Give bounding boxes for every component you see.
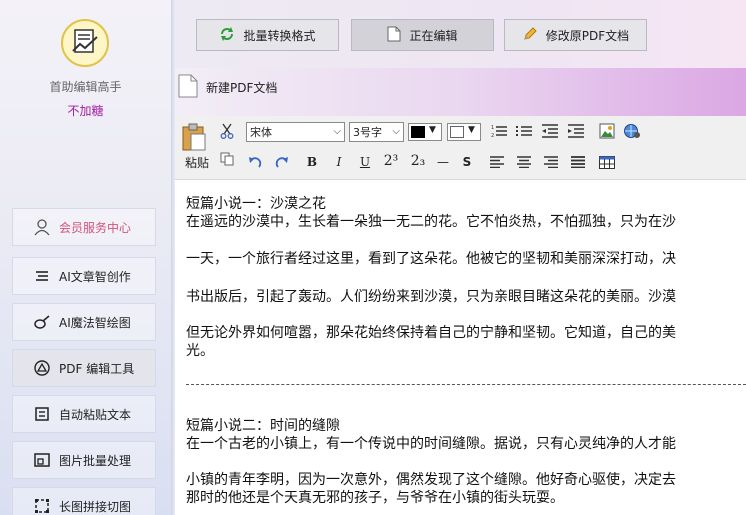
sidebar-item-label: PDF 编辑工具 bbox=[59, 361, 135, 376]
paste-label[interactable]: 粘贴 bbox=[182, 154, 212, 170]
tab-new-pdf[interactable]: 新建PDF文档 bbox=[178, 72, 277, 102]
ordered-list-icon[interactable]: 12 bbox=[489, 122, 509, 140]
sidebar-item-ai-draw[interactable]: AI魔法智绘图 bbox=[12, 303, 156, 341]
font-family-select[interactable]: 宋体 ⌵ bbox=[246, 122, 345, 142]
unordered-list-icon[interactable] bbox=[514, 122, 534, 140]
align-center-icon[interactable] bbox=[514, 153, 534, 171]
sidebar-item-label: 长图拼接切图 bbox=[59, 499, 132, 514]
italic-button[interactable]: I bbox=[330, 153, 348, 171]
app-subtitle: 不加糖 bbox=[67, 104, 104, 118]
paragraph-line: 书出版后，引起了轰动。人们纷纷来到沙漠，只为亲眼目睹这朵花的美丽。沙漠 bbox=[186, 289, 676, 305]
crop-icon bbox=[33, 497, 51, 515]
editor-toolbar: 粘贴 宋体 ⌵ 3号字 ⌵ ▼ ▼ 12 B I U 2³ 2₃ — S bbox=[175, 116, 746, 180]
paragraph-line: 光。 bbox=[186, 343, 214, 359]
chevron-down-icon: ⌵ bbox=[333, 126, 341, 137]
pdf-icon bbox=[33, 359, 51, 377]
pencil-icon bbox=[522, 26, 538, 45]
font-size-select[interactable]: 3号字 ⌵ bbox=[349, 122, 404, 142]
clipboard-icon[interactable] bbox=[180, 122, 208, 152]
underline-button[interactable]: U bbox=[356, 153, 374, 171]
sidebar-item-label: AI文章智创作 bbox=[59, 269, 131, 284]
sidebar-item-image-batch[interactable]: 图片批量处理 bbox=[12, 441, 156, 479]
insert-image-icon[interactable] bbox=[597, 122, 617, 140]
font-color-picker[interactable]: ▼ bbox=[408, 123, 442, 141]
editor-content[interactable]: 短篇小说一：沙漠之花 在遥远的沙漠中，生长着一朵独一无二的花。它不怕炎热，不怕孤… bbox=[175, 181, 746, 515]
paragraph-line: 那时的他还是个天真无邪的孩子，与爷爷在小镇的街头玩耍。 bbox=[186, 490, 564, 506]
color-swatch bbox=[450, 126, 464, 138]
paste-icon bbox=[33, 405, 51, 423]
convert-icon bbox=[219, 26, 235, 45]
sidebar-item-ai-article[interactable]: AI文章智创作 bbox=[12, 257, 156, 295]
sidebar-item-pdf[interactable]: PDF 编辑工具 bbox=[12, 349, 156, 387]
modify-pdf-button[interactable]: 修改原PDF文档 bbox=[504, 19, 647, 51]
strikethrough-button[interactable]: S bbox=[458, 153, 476, 171]
paragraph-line: 但无论外界如何喧嚣，那朵花始终保持着自己的宁静和坚韧。它知道，自己的美 bbox=[186, 325, 676, 341]
background-color-picker[interactable]: ▼ bbox=[447, 123, 481, 141]
brush-icon bbox=[33, 313, 51, 331]
image-icon bbox=[33, 451, 51, 469]
tab-label: 新建PDF文档 bbox=[206, 80, 278, 95]
paragraph-line: 在遥远的沙漠中，生长着一朵独一无二的花。它不怕炎热，不怕孤独，只为在沙 bbox=[186, 214, 676, 230]
svg-text:1: 1 bbox=[491, 125, 494, 131]
editing-button[interactable]: 正在编辑 bbox=[351, 19, 494, 51]
document-tab-bar: 新建PDF文档 bbox=[175, 68, 746, 116]
paragraph-line: 在一个古老的小镇上，有一个传说中的时间缝隙。据说，只有心灵纯净的人才能 bbox=[186, 436, 676, 452]
sidebar-item-label: AI魔法智绘图 bbox=[59, 315, 131, 330]
color-swatch bbox=[411, 126, 425, 138]
batch-convert-button[interactable]: 批量转换格式 bbox=[196, 19, 339, 51]
app-logo-icon bbox=[61, 19, 109, 67]
align-right-icon[interactable] bbox=[541, 153, 561, 171]
font-size-value: 3号字 bbox=[353, 126, 382, 139]
paragraph-line: 小镇的青年李明，因为一次意外，偶然发现了这个缝隙。他好奇心驱使，决定去 bbox=[186, 472, 676, 488]
superscript-button[interactable]: 2³ bbox=[380, 151, 402, 171]
top-action-bar: 批量转换格式 正在编辑 修改原PDF文档 bbox=[175, 0, 746, 68]
story-title: 短篇小说一：沙漠之花 bbox=[186, 196, 326, 212]
svg-text:2: 2 bbox=[491, 133, 494, 138]
insert-table-icon[interactable] bbox=[597, 153, 617, 171]
editing-label: 正在编辑 bbox=[409, 28, 458, 43]
chevron-down-icon: ▼ bbox=[429, 125, 436, 135]
insert-link-icon[interactable] bbox=[622, 122, 642, 140]
user-icon bbox=[33, 218, 51, 236]
sidebar-item-paste[interactable]: 自动粘贴文本 bbox=[12, 395, 156, 433]
cut-icon[interactable] bbox=[218, 122, 236, 140]
sidebar-item-label: 图片批量处理 bbox=[59, 453, 132, 468]
indent-increase-icon[interactable] bbox=[566, 122, 586, 140]
redo-icon[interactable] bbox=[273, 153, 291, 171]
story-title: 短篇小说二：时间的缝隙 bbox=[186, 418, 340, 434]
align-justify-icon[interactable] bbox=[568, 153, 588, 171]
document-icon bbox=[387, 26, 401, 45]
dashed-divider bbox=[186, 384, 746, 385]
copy-icon[interactable] bbox=[218, 150, 236, 168]
list-icon bbox=[33, 267, 51, 285]
document-icon bbox=[178, 74, 198, 101]
font-family-value: 宋体 bbox=[250, 126, 272, 139]
sidebar-item-member[interactable]: 会员服务中心 bbox=[12, 208, 156, 246]
app-title: 首助编辑高手 bbox=[49, 80, 122, 94]
chevron-down-icon: ⌵ bbox=[392, 126, 400, 137]
horizontal-rule-button[interactable]: — bbox=[433, 153, 453, 171]
sidebar: 首助编辑高手 不加糖 会员服务中心 AI文章智创作 AI魔法智绘图 PDF 编辑… bbox=[0, 0, 171, 515]
batch-convert-label: 批量转换格式 bbox=[243, 28, 316, 43]
modify-pdf-label: 修改原PDF文档 bbox=[545, 28, 630, 43]
align-left-icon[interactable] bbox=[487, 153, 507, 171]
bold-button[interactable]: B bbox=[303, 153, 321, 171]
chevron-down-icon: ▼ bbox=[468, 125, 475, 135]
undo-icon[interactable] bbox=[246, 153, 264, 171]
sidebar-item-label: 会员服务中心 bbox=[59, 220, 132, 235]
paragraph-line: 一天，一个旅行者经过这里，看到了这朵花。他被它的坚韧和美丽深深打动，决 bbox=[186, 251, 676, 267]
sidebar-item-label: 自动粘贴文本 bbox=[59, 407, 132, 422]
subscript-button[interactable]: 2₃ bbox=[407, 151, 429, 171]
sidebar-item-long-image[interactable]: 长图拼接切图 bbox=[12, 487, 156, 515]
indent-decrease-icon[interactable] bbox=[540, 122, 560, 140]
